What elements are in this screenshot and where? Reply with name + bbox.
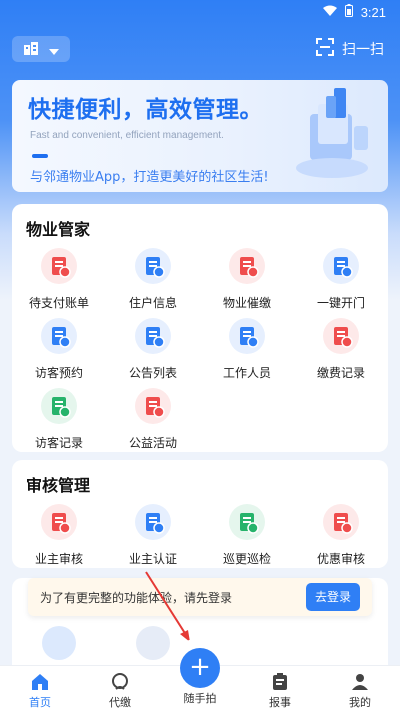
audit-card: 审核管理 业主审核 业主认证 巡更巡检 优惠审核 xyxy=(12,460,388,568)
login-prompt-text: 为了有更完整的功能体验，请先登录 xyxy=(40,591,233,605)
property-card: 物业管家 待支付账单 住户信息 物业催缴 一键开门访客预约 公告列表 工作人员 缴费记录访客… xyxy=(12,204,388,452)
property-title: 物业管家 xyxy=(26,220,91,239)
audit-title: 审核管理 xyxy=(26,476,91,495)
bill-icon xyxy=(41,248,77,284)
property-item-door[interactable]: 一键开门 xyxy=(294,248,388,312)
audit-item-label: 优惠审核 xyxy=(316,552,365,566)
profile-icon xyxy=(350,672,370,692)
banner-title: 快捷便利，高效管理。 xyxy=(28,97,263,123)
property-item-visitor-booking[interactable]: 访客预约 xyxy=(12,318,106,382)
property-item-balloon[interactable]: 公益活动 xyxy=(106,388,200,452)
door-icon xyxy=(323,248,359,284)
patrol-icon xyxy=(229,504,265,540)
property-item-label: 住户信息 xyxy=(128,296,177,310)
community-icon xyxy=(23,40,39,59)
promo-banner[interactable]: 快捷便利，高效管理。 Fast and convenient, efficien… xyxy=(12,80,388,192)
battery-icon xyxy=(344,4,353,21)
property-item-payment-record[interactable]: 缴费记录 xyxy=(294,318,388,382)
report-icon xyxy=(270,672,290,692)
banner-accent-bar xyxy=(32,154,48,158)
status-bar: 3:21 xyxy=(0,0,400,24)
pay-icon xyxy=(110,672,130,692)
balloon-icon xyxy=(135,388,171,424)
nav-profile-label: 我的 xyxy=(349,696,371,709)
snapshot-fab-button[interactable]: + xyxy=(180,648,220,688)
property-item-megaphone[interactable]: 物业催缴 xyxy=(200,248,294,312)
audit-item-patrol[interactable]: 巡更巡检 xyxy=(200,504,294,568)
nav-home-label: 首页 xyxy=(29,696,51,709)
chevron-down-icon xyxy=(49,40,59,59)
property-item-label: 缴费记录 xyxy=(316,366,365,380)
property-item-notice[interactable]: 公告列表 xyxy=(106,318,200,382)
audit-item-label: 业主认证 xyxy=(128,552,177,566)
property-item-visitor-record[interactable]: 访客记录 xyxy=(12,388,106,452)
visitor-record-icon xyxy=(41,388,77,424)
nav-pay-label: 代缴 xyxy=(109,696,131,709)
property-item-label: 物业催缴 xyxy=(222,296,271,310)
banner-illustration xyxy=(296,88,368,178)
scan-button[interactable]: 扫一扫 xyxy=(316,38,384,60)
property-item-label: 公告列表 xyxy=(128,366,177,380)
app-bar: 扫一扫 xyxy=(0,30,400,70)
scan-icon xyxy=(316,38,334,60)
property-item-label: 访客记录 xyxy=(34,436,83,450)
audit-item-label: 业主审核 xyxy=(34,552,83,566)
nav-profile[interactable]: 我的 xyxy=(330,672,390,710)
wifi-icon xyxy=(322,5,337,21)
banner-description: 与邻通物业App，打造更美好的社区生活! xyxy=(30,170,269,185)
nav-home[interactable]: 首页 xyxy=(10,672,70,710)
nav-report[interactable]: 报事 xyxy=(250,672,310,710)
payment-record-icon xyxy=(323,318,359,354)
nav-snapshot[interactable]: 随手拍 xyxy=(170,690,230,706)
visitor-booking-icon xyxy=(41,318,77,354)
home-icon xyxy=(30,672,50,692)
audit-item-owner-review[interactable]: 业主审核 xyxy=(12,504,106,568)
nav-snapshot-label: 随手拍 xyxy=(183,692,217,705)
property-item-label: 一键开门 xyxy=(316,296,365,310)
annotation-arrow xyxy=(145,571,190,642)
community-selector[interactable] xyxy=(12,36,70,62)
nav-report-label: 报事 xyxy=(269,696,291,709)
login-button[interactable]: 去登录 xyxy=(306,583,360,611)
property-item-label: 访客预约 xyxy=(34,366,83,380)
plus-icon: + xyxy=(189,652,211,682)
staff-icon xyxy=(229,318,265,354)
scan-label: 扫一扫 xyxy=(342,42,384,58)
property-item-label: 公益活动 xyxy=(128,436,177,450)
login-prompt: 为了有更完整的功能体验，请先登录 去登录 xyxy=(28,578,372,616)
property-item-bill[interactable]: 待支付账单 xyxy=(12,248,106,312)
audit-item-label: 巡更巡检 xyxy=(222,552,271,566)
nav-pay[interactable]: 代缴 xyxy=(90,672,150,710)
audit-item-owner-verify[interactable]: 业主认证 xyxy=(106,504,200,568)
notice-icon xyxy=(135,318,171,354)
banner-subtitle: Fast and convenient, efficient managemen… xyxy=(30,130,224,141)
status-time: 3:21 xyxy=(360,5,386,20)
audit-item-discount-review[interactable]: 优惠审核 xyxy=(294,504,388,568)
megaphone-icon xyxy=(229,248,265,284)
house-icon xyxy=(135,248,171,284)
property-item-label: 待支付账单 xyxy=(28,296,89,310)
property-item-staff[interactable]: 工作人员 xyxy=(200,318,294,382)
service-icon-left xyxy=(42,626,76,660)
owner-review-icon xyxy=(41,504,77,540)
discount-review-icon xyxy=(323,504,359,540)
owner-verify-icon xyxy=(135,504,171,540)
property-item-label: 工作人员 xyxy=(222,366,271,380)
property-item-house[interactable]: 住户信息 xyxy=(106,248,200,312)
